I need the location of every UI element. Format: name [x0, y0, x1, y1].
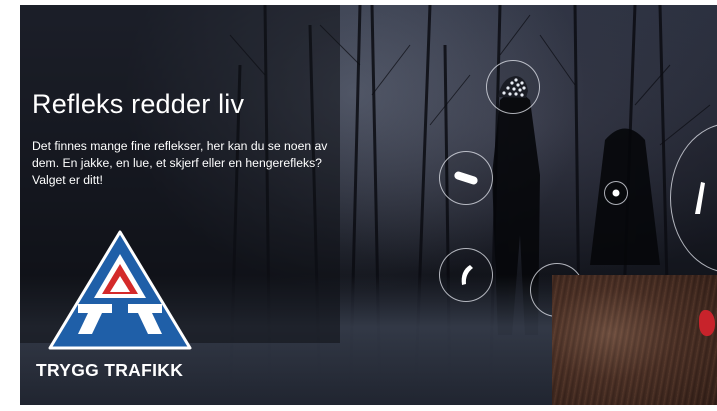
- knit-hat-reflector-icon: [498, 76, 528, 98]
- dot-reflector-icon: [612, 189, 620, 197]
- hotspot-hanger[interactable]: [439, 151, 493, 205]
- curved-band-reflector-icon: [461, 265, 473, 285]
- page-title: Refleks redder liv: [32, 89, 245, 119]
- hotspot-band[interactable]: [439, 248, 493, 302]
- hero-banner: Refleks redder liv Det finnes mange fine…: [20, 5, 717, 405]
- trygg-trafikk-logo-icon: [48, 230, 192, 350]
- intro-text: Det finnes mange fine reflekser, her kan…: [32, 139, 328, 187]
- hotspot-scarf[interactable]: [604, 181, 628, 205]
- pill-reflector-icon: [454, 171, 478, 185]
- jacket-reflector-icon: [694, 182, 705, 214]
- video-image: [552, 275, 717, 405]
- video-thumbnail[interactable]: [552, 275, 717, 405]
- brand-name: TRYGG TRAFIKK: [36, 360, 184, 380]
- hotspot-hat[interactable]: [486, 60, 540, 114]
- red-reflector-icon: [699, 310, 715, 336]
